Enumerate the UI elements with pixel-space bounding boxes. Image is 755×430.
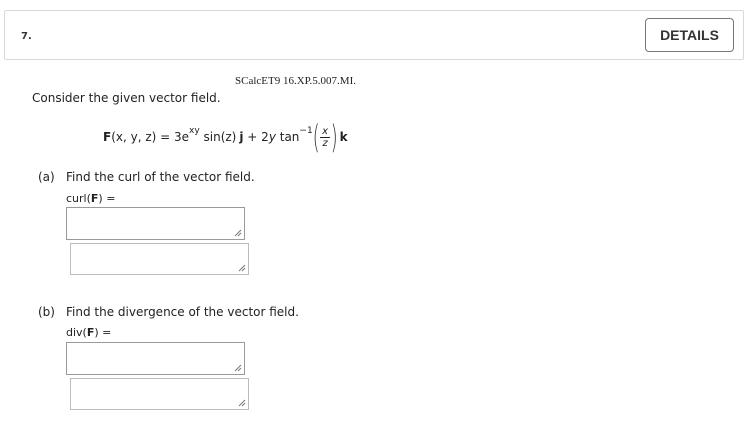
formula-y: y [268, 130, 276, 144]
formula-F: F [103, 130, 112, 144]
curl-answer-field[interactable] [70, 243, 249, 275]
fraction: x z [320, 125, 331, 149]
div-answer-box[interactable] [66, 342, 245, 375]
formula-plus: + 2 [243, 130, 269, 144]
details-button[interactable]: DETAILS [645, 18, 734, 52]
problem-source: SCalcET9 16.XP.5.007.MI. [235, 75, 356, 87]
div-suffix: ) = [94, 326, 112, 339]
curl-answer-box[interactable] [66, 207, 245, 240]
formula-exponent: xy [189, 126, 200, 136]
resize-grip-icon[interactable] [232, 227, 242, 237]
formula-tan: tan [275, 130, 300, 144]
question-header: 7. DETAILS [4, 10, 744, 60]
resize-grip-icon[interactable] [236, 397, 246, 407]
left-paren: ( [312, 118, 320, 156]
curl-suffix: ) = [98, 192, 116, 205]
part-a-letter: (a) [38, 170, 55, 184]
curl-expression: curl(F) = [66, 192, 115, 205]
resize-grip-icon[interactable] [232, 362, 242, 372]
question-number: 7. [21, 31, 32, 42]
part-b-text: Find the divergence of the vector field. [66, 305, 299, 319]
formula-k: k [339, 130, 348, 144]
vector-field-formula: F (x, y, z) = 3e xy sin(z) j + 2 y tan −… [103, 119, 348, 155]
right-paren: ) [330, 118, 338, 156]
div-prefix: div( [66, 326, 87, 339]
fraction-numerator: x [320, 125, 331, 138]
div-answer-field[interactable] [70, 378, 249, 410]
formula-args: (x, y, z) = 3e [111, 130, 190, 144]
div-expression: div(F) = [66, 326, 111, 339]
part-b-letter: (b) [38, 305, 55, 319]
formula-sin: sin(z) [199, 130, 237, 144]
part-a-label: (a) Find the curl of the vector field. [38, 170, 255, 184]
formula-tan-exponent: −1 [299, 126, 313, 136]
resize-grip-icon[interactable] [236, 262, 246, 272]
question-prompt: Consider the given vector field. [32, 91, 221, 105]
fraction-denominator: z [322, 137, 328, 149]
curl-prefix: curl( [66, 192, 91, 205]
part-b-label: (b) Find the divergence of the vector fie… [38, 305, 299, 319]
part-a-text: Find the curl of the vector field. [66, 170, 255, 184]
